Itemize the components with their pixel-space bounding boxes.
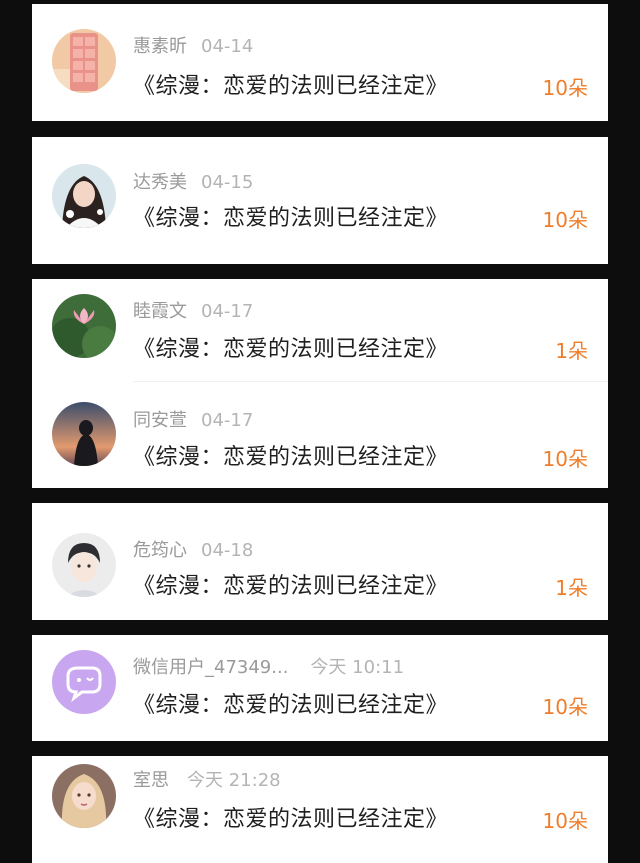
book-title: 《综漫：恋爱的法则已经注定》 <box>133 74 449 99</box>
user-name-line: 惠素昕 04-14 <box>133 32 253 58</box>
chat-bubble-icon <box>52 650 116 714</box>
avatar[interactable] <box>52 164 116 228</box>
user-name-line: 室思 今天 21:28 <box>133 766 281 792</box>
avatar[interactable] <box>52 29 116 93</box>
flower-count: 10朵 <box>542 809 588 833</box>
timestamp: 今天 21:28 <box>187 770 281 791</box>
gift-list-item[interactable]: 惠素昕 04-14 《综漫：恋爱的法则已经注定》 10朵 <box>32 4 608 114</box>
flower-count: 1朵 <box>555 339 588 363</box>
user-name: 睦霞文 <box>133 301 187 322</box>
user-name-line: 微信用户_47349... 今天 10:11 <box>133 653 404 679</box>
timestamp: 04-14 <box>201 36 254 57</box>
sunset-silhouette-icon <box>52 402 116 466</box>
avatar[interactable] <box>52 764 116 828</box>
anime-girl-icon <box>52 764 116 828</box>
book-title: 《综漫：恋爱的法则已经注定》 <box>133 574 449 599</box>
gift-list-item[interactable]: 睦霞文 04-17 《综漫：恋爱的法则已经注定》 1朵 <box>32 279 608 382</box>
user-name-line: 睦霞文 04-17 <box>133 297 253 323</box>
user-name-line: 达秀美 04-15 <box>133 168 253 194</box>
book-title: 《综漫：恋爱的法则已经注定》 <box>133 807 449 832</box>
timestamp: 04-15 <box>201 172 254 193</box>
flower-count: 10朵 <box>542 695 588 719</box>
user-name-line: 同安萱 04-17 <box>133 406 253 432</box>
avatar[interactable] <box>52 533 116 597</box>
user-name-line: 危筠心 04-18 <box>133 536 253 562</box>
user-name: 达秀美 <box>133 172 187 193</box>
flower-count: 10朵 <box>542 447 588 471</box>
book-title: 《综漫：恋爱的法则已经注定》 <box>133 693 449 718</box>
gift-card-3: 睦霞文 04-17 《综漫：恋爱的法则已经注定》 1朵 同安萱 04-17 《综漫：… <box>32 279 608 488</box>
gift-list-item[interactable]: 同安萱 04-17 《综漫：恋爱的法则已经注定》 10朵 <box>32 382 608 488</box>
anime-boy-icon <box>52 533 116 597</box>
book-title: 《综漫：恋爱的法则已经注定》 <box>133 445 449 470</box>
girl-portrait-icon <box>52 164 116 228</box>
pink-chocolate-bar-icon <box>52 29 116 93</box>
book-title: 《综漫：恋爱的法则已经注定》 <box>133 206 449 231</box>
gift-card-5: 微信用户_47349... 今天 10:11 《综漫：恋爱的法则已经注定》 10朵 <box>32 635 608 741</box>
timestamp: 04-17 <box>201 301 254 322</box>
user-name: 惠素昕 <box>133 36 187 57</box>
gift-card-6: 室思 今天 21:28 《综漫：恋爱的法则已经注定》 10朵 <box>32 756 608 863</box>
timestamp: 04-17 <box>201 410 254 431</box>
flower-count: 10朵 <box>542 76 588 100</box>
flower-count: 10朵 <box>542 208 588 232</box>
gift-list-item[interactable]: 微信用户_47349... 今天 10:11 《综漫：恋爱的法则已经注定》 10朵 <box>32 635 608 741</box>
gift-card-4: 危筠心 04-18 《综漫：恋爱的法则已经注定》 1朵 <box>32 503 608 620</box>
lotus-flower-icon <box>52 294 116 358</box>
avatar[interactable] <box>52 294 116 358</box>
book-title: 《综漫：恋爱的法则已经注定》 <box>133 337 449 362</box>
timestamp: 今天 10:11 <box>310 657 405 678</box>
user-name: 室思 <box>133 770 169 791</box>
avatar[interactable] <box>52 650 116 714</box>
gift-card-1: 惠素昕 04-14 《综漫：恋爱的法则已经注定》 10朵 <box>32 4 608 121</box>
avatar[interactable] <box>52 402 116 466</box>
gift-list-item[interactable]: 达秀美 04-15 《综漫：恋爱的法则已经注定》 10朵 <box>32 137 608 264</box>
user-name: 微信用户_47349... <box>133 657 289 678</box>
timestamp: 04-18 <box>201 540 254 561</box>
user-name: 危筠心 <box>133 540 187 561</box>
gift-list-item[interactable]: 室思 今天 21:28 《综漫：恋爱的法则已经注定》 10朵 <box>32 756 608 863</box>
gift-card-2: 达秀美 04-15 《综漫：恋爱的法则已经注定》 10朵 <box>32 137 608 264</box>
flower-count: 1朵 <box>555 576 588 600</box>
user-name: 同安萱 <box>133 410 187 431</box>
gift-list-item[interactable]: 危筠心 04-18 《综漫：恋爱的法则已经注定》 1朵 <box>32 503 608 620</box>
